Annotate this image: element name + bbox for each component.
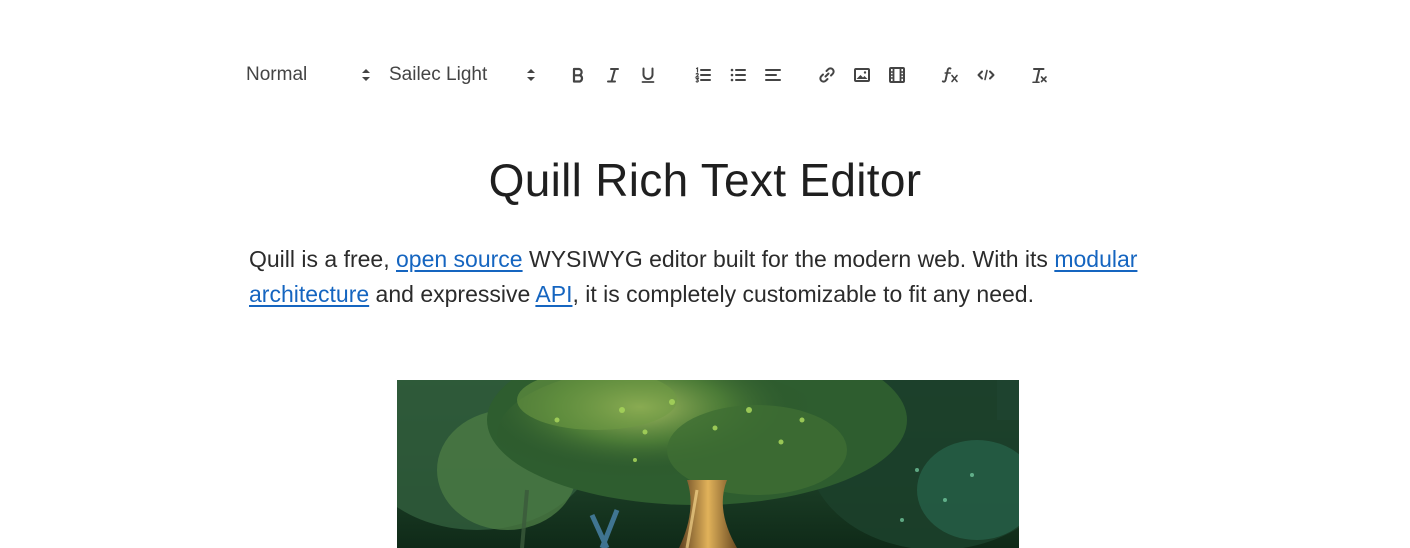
formula-button[interactable] xyxy=(938,62,964,88)
editor-toolbar: Normal Sailec Light xyxy=(246,56,1066,94)
bold-icon xyxy=(569,66,587,84)
up-down-caret-icon xyxy=(526,67,536,83)
bold-button[interactable] xyxy=(565,62,591,88)
bullet-list-button[interactable] xyxy=(725,62,751,88)
font-picker[interactable]: Sailec Light xyxy=(389,56,539,94)
link-button[interactable] xyxy=(814,62,840,88)
italic-icon xyxy=(604,66,622,84)
clear-format-button[interactable] xyxy=(1027,62,1053,88)
italic-button[interactable] xyxy=(600,62,626,88)
clear-format-icon xyxy=(1030,66,1050,84)
open-source-link[interactable]: open source xyxy=(396,246,523,272)
intro-text: WYSIWYG editor built for the modern web.… xyxy=(522,246,1055,272)
bullet-list-icon xyxy=(729,66,747,84)
link-icon xyxy=(818,66,836,84)
up-down-caret-icon xyxy=(361,67,371,83)
header-picker[interactable]: Normal xyxy=(246,56,376,94)
intro-text: and expressive xyxy=(369,281,536,307)
intro-paragraph: Quill is a free, open source WYSIWYG edi… xyxy=(249,242,1169,312)
code-icon xyxy=(976,66,996,84)
forest-tree-image xyxy=(397,380,1019,548)
align-left-icon xyxy=(764,66,782,84)
formula-icon xyxy=(941,66,961,84)
align-button[interactable] xyxy=(760,62,786,88)
intro-text: Quill is a free, xyxy=(249,246,396,272)
underline-button[interactable] xyxy=(635,62,661,88)
editor-page: Normal Sailec Light Quill Rich Text Edit… xyxy=(0,0,1410,548)
underline-icon xyxy=(639,66,657,84)
ordered-list-icon xyxy=(694,66,712,84)
ordered-list-button[interactable] xyxy=(690,62,716,88)
intro-text: , it is completely customizable to fit a… xyxy=(572,281,1034,307)
image-icon xyxy=(853,66,871,84)
video-icon xyxy=(888,66,906,84)
font-picker-label: Sailec Light xyxy=(389,64,488,85)
code-block-button[interactable] xyxy=(973,62,999,88)
header-picker-label: Normal xyxy=(246,64,308,85)
video-button[interactable] xyxy=(884,62,910,88)
image-button[interactable] xyxy=(849,62,875,88)
api-link[interactable]: API xyxy=(535,281,572,307)
editor-title: Quill Rich Text Editor xyxy=(488,154,922,206)
